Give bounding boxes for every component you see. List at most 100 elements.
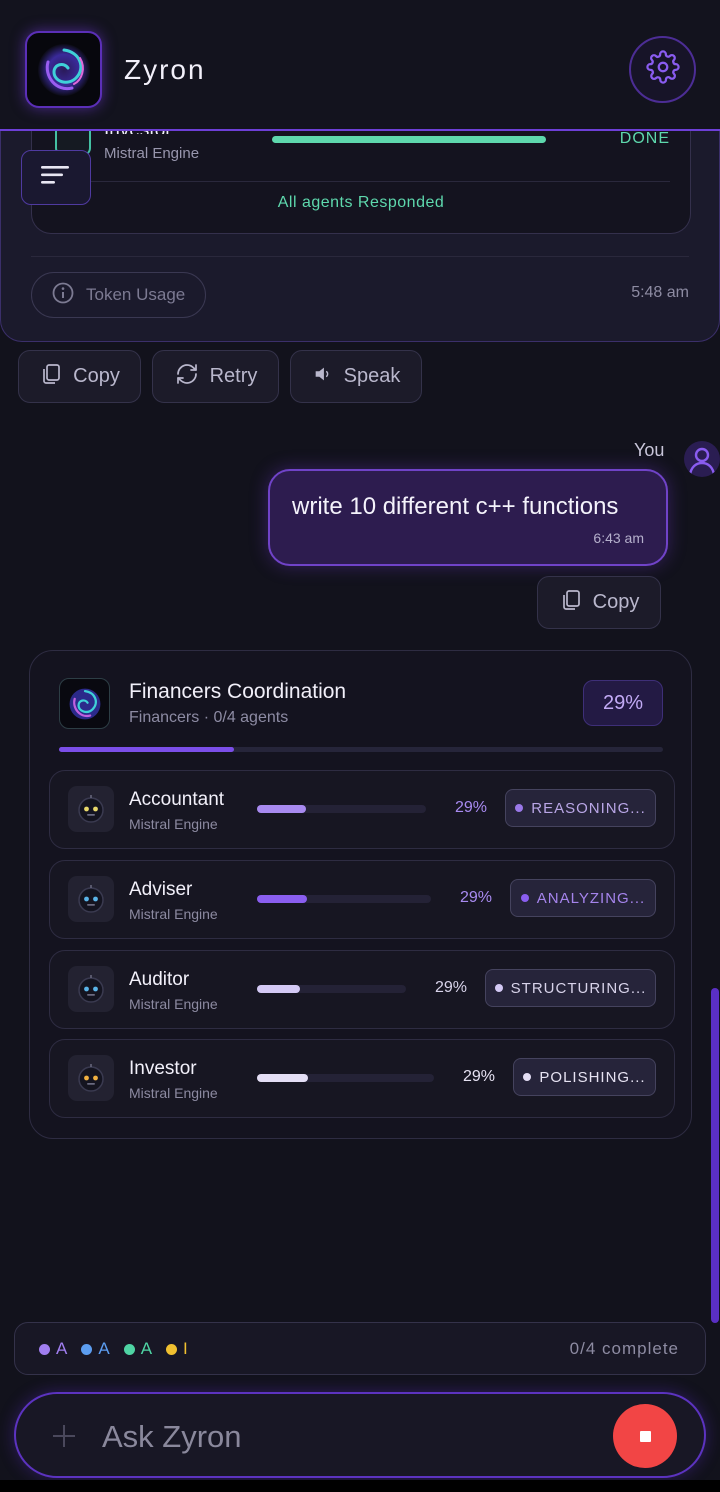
previous-response-card: Investor Mistral Engine DONE All agents … [0,110,720,342]
agent-engine: Mistral Engine [129,996,218,1012]
plus-icon[interactable] [50,1422,78,1450]
status-dot-icon [520,894,529,902]
copy-label: Copy [592,591,640,613]
stop-button[interactable] [613,1404,677,1468]
summary-item: A [39,1339,67,1359]
summary-dot-icon [123,1343,135,1355]
status-dot-icon [494,984,503,992]
chat-input-bar [14,1392,706,1478]
status-dot-icon [523,1073,532,1081]
token-usage-label: Token Usage [86,285,186,304]
coordination-percent-badge: 29% [583,680,663,726]
summary-dot-icon [39,1343,50,1355]
agent-progress-track [257,895,431,903]
agent-summary-items: AAAI [39,1339,188,1359]
coordination-progress-fill [59,747,235,752]
previous-agent-engine: Mistral Engine [104,145,200,162]
agent-status-label: ANALYZING... [536,889,646,907]
copy-message-button[interactable]: Copy [537,576,661,629]
token-usage-button[interactable]: Token Usage [31,272,206,318]
summary-item-label: I [183,1339,188,1358]
previous-timestamp: 5:48 am [631,284,689,301]
summary-item: A [123,1339,153,1359]
copy-button[interactable]: Copy [18,350,141,403]
robot-avatar-icon [68,786,114,832]
robot-avatar-icon [68,876,114,922]
refresh-icon [174,362,200,392]
coordination-title: Financers Coordination [129,680,347,703]
agent-percent: 29% [460,889,493,906]
menu-lines-icon [41,164,71,191]
agent-status-badge: POLISHING... [513,1058,656,1096]
agent-status-badge: STRUCTURING... [485,969,656,1007]
agent-progress-fill [257,805,306,813]
coordination-progress-track [59,747,663,752]
agent-status-label: STRUCTURING... [510,979,647,997]
summary-item-label: A [56,1339,68,1358]
agent-name: Auditor [129,969,190,990]
agent-engine: Mistral Engine [129,1085,218,1101]
all-responded-label: All agents Responded [277,194,445,211]
agent-row[interactable]: Accountant Mistral Engine 29% REASONING... [49,770,675,849]
app-header: Zyron [0,0,720,131]
robot-avatar-icon [68,1055,114,1101]
status-dot-icon [515,804,524,812]
agent-name: Investor [129,1058,197,1079]
agent-progress-fill [257,1074,309,1082]
summary-dot-icon [166,1343,178,1355]
menu-button[interactable] [21,150,91,205]
summary-item: I [166,1339,188,1359]
speak-label: Speak [343,365,401,387]
previous-agent-status: DONE [619,130,670,147]
retry-button[interactable]: Retry [152,350,279,403]
agent-status-label: POLISHING... [539,1068,646,1086]
summary-item-label: A [140,1339,153,1358]
coordination-card: Financers Coordination Financers · 0/4 a… [29,650,692,1139]
summary-item-label: A [98,1339,110,1358]
chat-input[interactable] [102,1414,582,1460]
zyron-logo-icon [25,31,102,108]
copy-icon [559,588,583,618]
system-nav-strip [0,1480,720,1492]
agent-engine: Mistral Engine [129,906,218,922]
agent-status-badge: REASONING... [505,789,656,827]
agent-percent: 29% [455,799,488,816]
agent-row[interactable]: Auditor Mistral Engine 29% STRUCTURING... [49,950,675,1029]
completion-count: 0/4 complete [569,1339,679,1358]
scrollbar[interactable] [711,988,719,1323]
agent-row[interactable]: Adviser Mistral Engine 29% ANALYZING... [49,860,675,939]
agent-status-badge: ANALYZING... [510,879,656,917]
speak-button[interactable]: Speak [290,350,422,403]
agent-percent: 29% [435,979,468,996]
agent-status-label: REASONING... [531,799,646,817]
agent-row[interactable]: Investor Mistral Engine 29% POLISHING... [49,1039,675,1118]
chat-screen: Investor Mistral Engine DONE All agents … [0,0,720,1492]
agent-percent: 29% [463,1068,496,1085]
message-author: You [634,440,665,460]
retry-label: Retry [209,365,258,387]
coordination-logo-icon [59,678,110,729]
info-icon [52,282,74,309]
previous-agent-progress [272,136,546,143]
agent-name: Accountant [129,789,225,810]
agent-summary-bar: A A A I 0/4 complete [14,1322,706,1375]
app-title: Zyron [124,54,206,85]
agent-progress-track [257,1074,434,1082]
agent-engine: Mistral Engine [129,816,218,832]
speaker-icon [312,363,334,391]
agent-progress-fill [257,895,308,903]
divider [31,256,689,257]
user-message-text: write 10 different c++ functions [292,493,619,520]
user-avatar-icon [684,441,720,477]
coordination-subtitle: Financers · 0/4 agents [129,709,289,726]
robot-avatar-icon [68,966,114,1012]
agent-progress-track [257,985,406,993]
agent-progress-track [257,805,426,813]
settings-button[interactable] [629,36,696,103]
copy-icon [39,362,63,392]
copy-label: Copy [73,365,120,387]
agent-name: Adviser [129,879,193,900]
user-message-bubble: write 10 different c++ functions 6:43 am [268,469,668,566]
summary-dot-icon [81,1343,93,1355]
gear-icon [645,50,680,89]
